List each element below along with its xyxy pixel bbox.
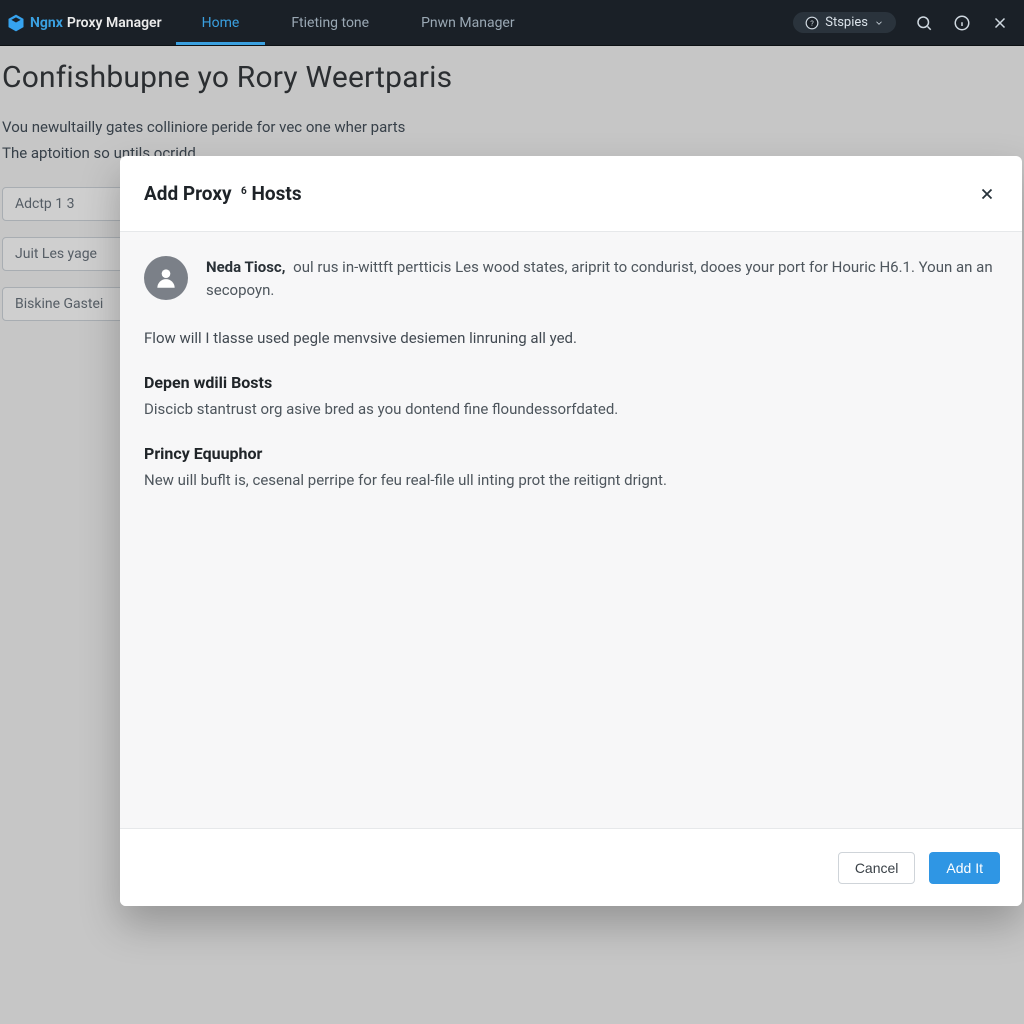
brand-part-1: Ngnx: [30, 15, 63, 31]
page-title: Confishbupne yo Rory Weertparis: [2, 60, 1024, 113]
section-body: Discicb stantrust org asive bred as you …: [144, 398, 998, 421]
modal-title-part-1: Add Proxy: [144, 182, 232, 205]
list-item[interactable]: Biskine Gastei: [2, 287, 124, 321]
tab-home-label: Home: [202, 15, 240, 31]
brand[interactable]: Ngnx Proxy Manager: [0, 0, 176, 45]
user-icon: [153, 265, 179, 291]
card-label: Biskine Gastei: [15, 296, 103, 312]
top-navbar: Ngnx Proxy Manager Home Ftieting tone Pn…: [0, 0, 1024, 46]
intro-name: Neda Tiosc,: [206, 258, 285, 276]
card-label: Adctp 1 3: [15, 196, 74, 212]
modal-intro-text: Neda Tiosc, oul rus in-wittft pertticis …: [206, 256, 998, 303]
close-window-button[interactable]: [990, 13, 1010, 33]
modal-title-sup: 6: [241, 186, 247, 197]
list-item[interactable]: Juit Les yage: [2, 237, 124, 271]
stspies-label: Stspies: [825, 15, 868, 30]
section-heading: Depen wdili Bosts: [144, 373, 998, 392]
modal-section: Princy Equuphor New uill buflt is, cesen…: [144, 444, 998, 492]
logo-icon: [6, 13, 26, 33]
modal-title: Add Proxy 6 Hosts: [144, 182, 302, 205]
add-button[interactable]: Add It: [929, 852, 1000, 884]
search-icon: [915, 14, 933, 32]
modal-title-part-2: Hosts: [252, 182, 302, 205]
modal-footer: Cancel Add It: [120, 828, 1022, 906]
modal-intro: Neda Tiosc, oul rus in-wittft pertticis …: [144, 256, 998, 303]
nav-tabs: Home Ftieting tone Pnwn Manager: [176, 0, 541, 45]
section-body: New uill buflt is, cesenal perripe for f…: [144, 469, 998, 492]
close-icon: [978, 185, 996, 203]
section-heading: Princy Equuphor: [144, 444, 998, 463]
info-button[interactable]: [952, 13, 972, 33]
page-intro-1: Vou newultailly gates colliniore peride …: [2, 115, 1024, 139]
modal-body: Neda Tiosc, oul rus in-wittft pertticis …: [120, 232, 1022, 828]
add-proxy-hosts-modal: Add Proxy 6 Hosts Neda Tiosc, oul rus in…: [120, 156, 1022, 906]
tab-ftieting[interactable]: Ftieting tone: [265, 0, 395, 45]
brand-part-2: Proxy Manager: [67, 15, 162, 31]
nav-right: ? Stspies: [793, 0, 1024, 45]
intro-rest: oul rus in-wittft pertticis Les wood sta…: [206, 258, 993, 299]
help-icon: ?: [805, 16, 819, 30]
modal-close-button[interactable]: [976, 183, 998, 205]
avatar: [144, 256, 188, 300]
search-button[interactable]: [914, 13, 934, 33]
tab-home[interactable]: Home: [176, 0, 266, 45]
svg-text:?: ?: [810, 18, 814, 27]
info-icon: [953, 14, 971, 32]
modal-header: Add Proxy 6 Hosts: [120, 156, 1022, 232]
list-item[interactable]: Adctp 1 3: [2, 187, 124, 221]
card-label: Juit Les yage: [15, 246, 97, 262]
cancel-button[interactable]: Cancel: [838, 852, 916, 884]
close-icon: [991, 14, 1009, 32]
stspies-pill[interactable]: ? Stspies: [793, 12, 896, 33]
chevron-down-icon: [874, 18, 884, 28]
tab-pnwn[interactable]: Pnwn Manager: [395, 0, 541, 45]
tab-pnwn-label: Pnwn Manager: [421, 15, 515, 31]
modal-section: Depen wdili Bosts Discicb stantrust org …: [144, 373, 998, 421]
tab-ftieting-label: Ftieting tone: [291, 15, 369, 31]
modal-lead: Flow will I tlasse used pegle menvsive d…: [144, 329, 998, 347]
